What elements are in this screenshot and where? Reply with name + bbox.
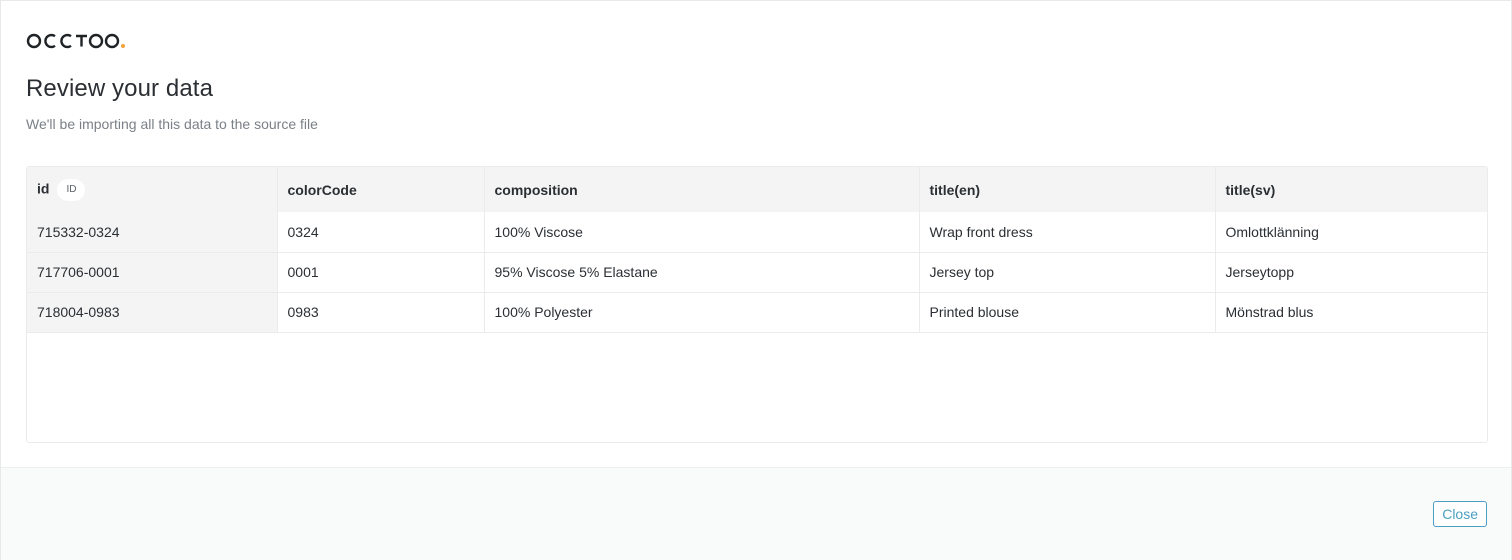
cell-id: 718004-0983: [27, 292, 278, 333]
import-review-dialog: Review your data We'll be importing all …: [0, 0, 1512, 560]
column-header-label: id: [37, 180, 50, 197]
id-badge: ID: [57, 178, 86, 201]
cell-title-sv: Omlottklänning: [1215, 212, 1487, 253]
table-row: 717706-0001 0001 95% Viscose 5% Elastane…: [27, 252, 1487, 293]
cell-composition: 100% Polyester: [484, 292, 920, 333]
column-header-title-sv: title(sv): [1225, 181, 1276, 198]
page-title: Review your data: [26, 75, 214, 102]
table-row: 715332-0324 0324 100% Viscose Wrap front…: [27, 212, 1487, 253]
cell-composition: 100% Viscose: [484, 212, 920, 253]
table-row: 718004-0983 0983 100% Polyester Printed …: [27, 292, 1487, 333]
table-header-row: id ID colorCode composition title(en) tit…: [27, 167, 1487, 212]
cell-composition: 95% Viscose 5% Elastane: [484, 252, 920, 293]
page-subtitle: We'll be importing all this data to the …: [26, 116, 318, 132]
cell-colorcode: 0983: [277, 292, 485, 333]
column-header-title-en: title(en): [919, 167, 1216, 212]
cell-colorcode: 0324: [277, 212, 485, 253]
cell-title-sv: Mönstrad blus: [1215, 292, 1487, 333]
data-preview-table[interactable]: id ID colorCode composition title(en) tit…: [26, 166, 1488, 443]
cell-id: 717706-0001: [27, 252, 278, 293]
cell-title-en: Jersey top: [919, 252, 1216, 293]
column-header-id: id ID: [27, 167, 278, 212]
occtoo-logo-icon: [26, 31, 126, 51]
cell-title-sv: Jerseytopp: [1215, 252, 1487, 293]
close-button[interactable]: Close: [1433, 501, 1487, 527]
column-header-composition: composition: [484, 167, 920, 212]
cell-colorcode: 0001: [277, 252, 485, 293]
cell-title-en: Wrap front dress: [919, 212, 1216, 253]
dialog-footer: Close: [1, 467, 1511, 560]
cell-id: 715332-0324: [27, 212, 278, 253]
cell-title-en: Printed blouse: [919, 292, 1216, 333]
column-header-colorcode: colorCode: [277, 167, 485, 212]
